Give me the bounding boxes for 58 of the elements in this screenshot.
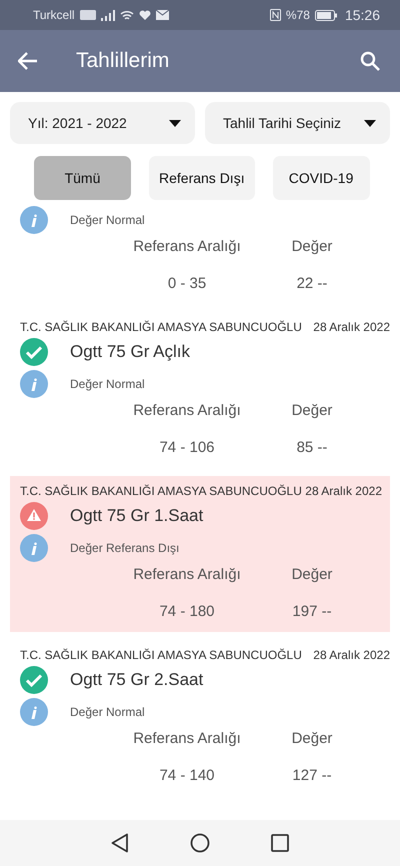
column-label: Değer bbox=[290, 402, 334, 419]
home-nav-icon[interactable] bbox=[190, 833, 210, 853]
filter-chip[interactable]: Referans Dışı bbox=[149, 156, 255, 200]
battery-icon bbox=[314, 10, 337, 20]
result-date: 28 Aralık 2022 bbox=[313, 648, 390, 662]
test-name: Ogtt 75 Gr Açlık bbox=[70, 342, 190, 362]
dropdown[interactable]: Tahlil Tarihi Seçiniz bbox=[205, 102, 390, 144]
result-note: Değer Referans Dışı bbox=[70, 541, 180, 555]
check-icon bbox=[20, 338, 48, 366]
nfc-icon bbox=[270, 9, 281, 21]
result-note: Değer Normal bbox=[70, 377, 145, 391]
column-label: Değer bbox=[290, 238, 334, 255]
back-nav-icon[interactable] bbox=[110, 833, 129, 853]
signal-icon bbox=[100, 10, 115, 20]
result-note: Değer Normal bbox=[70, 705, 145, 719]
battery-percent: %78 bbox=[286, 8, 310, 22]
warning-icon bbox=[20, 502, 48, 530]
result-value: 197 -- bbox=[291, 603, 333, 620]
result-date: 28 Aralık 2022 bbox=[313, 320, 390, 334]
check-icon bbox=[20, 666, 48, 694]
result-value: 85 -- bbox=[296, 439, 328, 456]
column-label: Referans Aralığı bbox=[132, 566, 242, 583]
carrier-name: Turkcell bbox=[33, 8, 75, 22]
clock-time: 15:26 bbox=[344, 7, 380, 23]
column-label: Referans Aralığı bbox=[132, 238, 242, 255]
info-icon bbox=[20, 370, 48, 398]
mail-icon bbox=[156, 10, 169, 20]
reference-range: 74 - 140 bbox=[158, 767, 216, 784]
back-arrow-icon bbox=[18, 52, 38, 70]
info-icon bbox=[20, 698, 48, 726]
result-value: 22 -- bbox=[296, 275, 328, 292]
info-icon bbox=[20, 534, 48, 562]
caret-icon bbox=[364, 120, 376, 126]
test-name: Ogtt 75 Gr 2.Saat bbox=[70, 670, 204, 690]
caret-icon bbox=[169, 120, 181, 126]
result-note: Değer Normal bbox=[70, 213, 145, 227]
reference-range: 74 - 106 bbox=[158, 439, 216, 456]
wifi-icon bbox=[120, 10, 134, 20]
reference-range: 74 - 180 bbox=[158, 603, 216, 620]
result-date: 28 Aralık 2022 bbox=[305, 484, 382, 498]
column-label: Değer bbox=[290, 566, 334, 583]
column-label: Referans Aralığı bbox=[132, 402, 242, 419]
filter-chip[interactable]: Tümü bbox=[34, 156, 131, 200]
test-name: Ogtt 75 Gr 1.Saat bbox=[70, 506, 204, 526]
hospital-name: T.C. SAĞLIK BAKANLIĞI AMASYA SABUNCUOĞLU bbox=[20, 648, 302, 662]
page-title: Tahlillerim bbox=[76, 49, 170, 73]
reference-range: 0 - 35 bbox=[166, 275, 208, 292]
hospital-name: T.C. SAĞLIK BAKANLIĞI AMASYA SABUNCUOĞLU bbox=[20, 320, 302, 334]
result-value: 127 -- bbox=[291, 767, 333, 784]
heart-icon bbox=[138, 10, 151, 20]
column-label: Değer bbox=[290, 730, 334, 747]
search-icon bbox=[360, 51, 380, 71]
column-label: Referans Aralığı bbox=[132, 730, 242, 747]
filter-chip[interactable]: COVID-19 bbox=[272, 156, 370, 200]
dropdown[interactable]: Yıl: 2021 - 2022 bbox=[10, 102, 195, 144]
recents-nav-icon[interactable] bbox=[271, 834, 290, 852]
info-icon bbox=[20, 206, 48, 234]
hospital-name: T.C. SAĞLIK BAKANLIĞI AMASYA SABUNCUOĞLU bbox=[20, 484, 302, 498]
